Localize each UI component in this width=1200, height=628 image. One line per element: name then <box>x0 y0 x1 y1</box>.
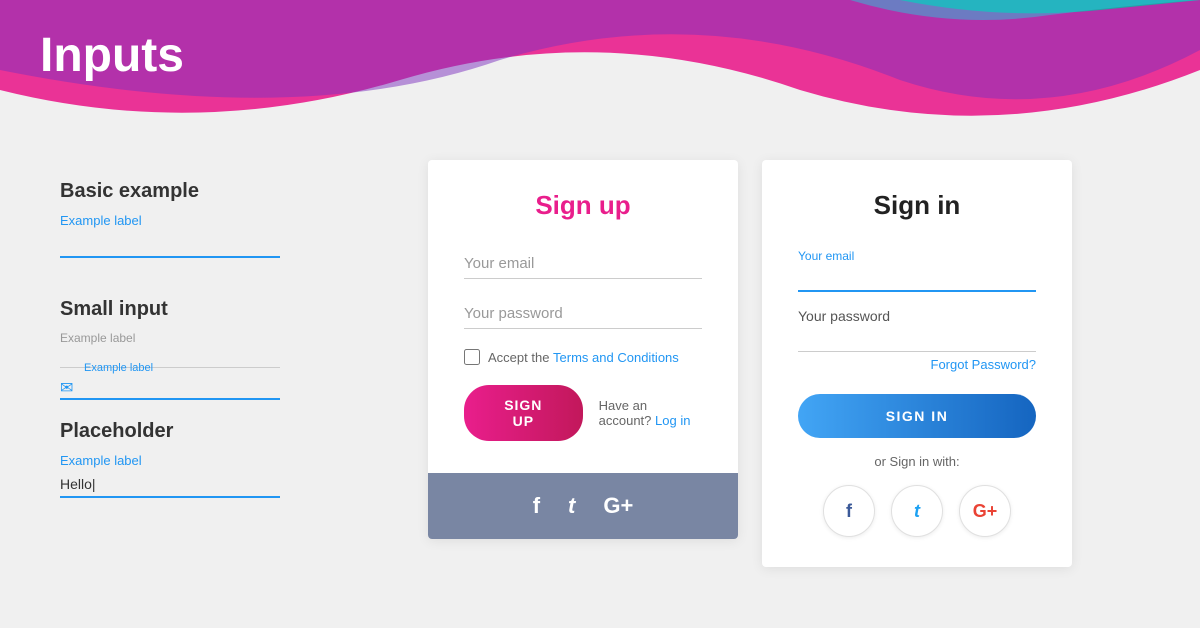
page-title: Inputs <box>40 28 184 83</box>
icon-input-wrapper: ✉ Example label <box>60 376 280 400</box>
signin-google-button[interactable]: G+ <box>959 485 1011 537</box>
signup-form-area: Sign up Accept the Terms and Conditions … <box>428 160 738 473</box>
terms-checkbox-row: Accept the Terms and Conditions <box>464 349 702 365</box>
signin-twitter-button[interactable]: t <box>891 485 943 537</box>
small-input-section: Small input Example label ✉ Example labe… <box>60 298 320 400</box>
small-input-title: Small input <box>60 298 320 321</box>
content-area: Basic example Example label Small input … <box>0 130 1200 628</box>
basic-example-title: Basic example <box>60 180 320 203</box>
twitter-icon[interactable]: t <box>568 493 575 519</box>
signup-password-field <box>464 299 702 329</box>
signin-password-field: Your password <box>798 308 1036 352</box>
signin-email-field: Your email <box>798 249 1036 292</box>
login-link[interactable]: Log in <box>655 413 690 428</box>
signup-social-footer: f t G+ <box>428 473 738 539</box>
terms-checkbox[interactable] <box>464 349 480 365</box>
terms-link[interactable]: Terms and Conditions <box>553 350 679 365</box>
signup-button[interactable]: SIGN UP <box>464 385 583 441</box>
googleplus-icon[interactable]: G+ <box>603 493 633 519</box>
basic-example-label: Example label <box>60 213 320 228</box>
placeholder-input-field[interactable] <box>60 472 280 498</box>
signin-email-label: Your email <box>798 249 1036 263</box>
signin-email-input[interactable] <box>798 265 1036 292</box>
checkbox-label: Accept the Terms and Conditions <box>488 350 679 365</box>
floating-label: Example label <box>84 362 153 374</box>
signup-password-input[interactable] <box>464 299 702 329</box>
forgot-password-link[interactable]: Forgot Password? <box>931 357 1037 372</box>
signin-password-input[interactable] <box>798 326 1036 352</box>
signup-title: Sign up <box>464 190 702 221</box>
mail-icon: ✉ <box>60 378 73 398</box>
placeholder-title: Placeholder <box>60 420 320 443</box>
signup-action-row: SIGN UP Have an account? Log in <box>464 385 702 441</box>
have-account-text: Have an account? Log in <box>599 398 702 428</box>
forgot-row: Forgot Password? <box>798 356 1036 374</box>
signup-card: Sign up Accept the Terms and Conditions … <box>428 160 738 539</box>
signup-email-input[interactable] <box>464 249 702 279</box>
icon-input-field[interactable] <box>60 376 280 400</box>
signin-facebook-button[interactable]: f <box>823 485 875 537</box>
basic-example-input[interactable] <box>60 232 280 258</box>
signin-button[interactable]: SIGN IN <box>798 394 1036 438</box>
signin-social-buttons: f t G+ <box>798 485 1036 537</box>
left-panel: Basic example Example label Small input … <box>60 160 320 498</box>
or-signin-text: or Sign in with: <box>798 454 1036 469</box>
basic-example-section: Basic example Example label <box>60 180 320 278</box>
cards-area: Sign up Accept the Terms and Conditions … <box>360 160 1140 567</box>
small-input-label1: Example label <box>60 331 320 345</box>
signin-title: Sign in <box>798 190 1036 221</box>
placeholder-section: Placeholder Example label <box>60 420 320 498</box>
placeholder-label: Example label <box>60 453 320 468</box>
facebook-icon[interactable]: f <box>533 493 540 519</box>
signin-password-label: Your password <box>798 308 1036 324</box>
signup-email-field <box>464 249 702 279</box>
signin-card: Sign in Your email Your password Forgot … <box>762 160 1072 567</box>
